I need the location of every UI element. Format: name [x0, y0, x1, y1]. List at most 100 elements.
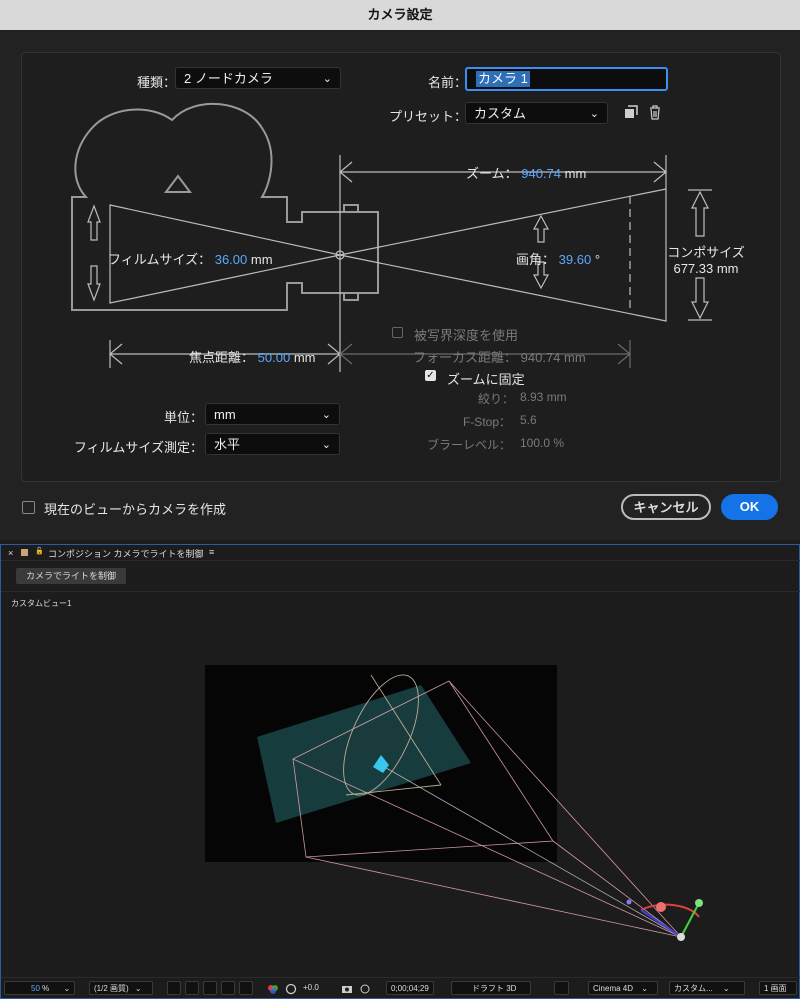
units-select[interactable]: mm ⌄: [205, 403, 340, 425]
resolution-value: (1/2 画質): [94, 984, 129, 993]
dof-label: 被写界深度を使用: [414, 328, 519, 343]
zoom-percent: 50: [31, 984, 40, 993]
resolution-select[interactable]: (1/2 画質) ⌄: [89, 981, 153, 995]
draft-3d-label: ドラフト 3D: [472, 984, 517, 993]
aperture-label: 絞り：: [478, 392, 515, 406]
preset-label: プリセット：: [389, 109, 468, 124]
view-frustum: [339, 188, 667, 322]
breadcrumb-comp[interactable]: カメラでライトを制御: [16, 568, 126, 584]
fast-preview-icon[interactable]: [167, 981, 181, 995]
camera-triangle: [164, 174, 192, 193]
film-size-value[interactable]: 36.00: [215, 252, 248, 267]
zoom-unit-text: %: [42, 984, 50, 993]
type-value: 2 ノードカメラ: [184, 71, 273, 86]
angle-value[interactable]: 39.60: [559, 252, 592, 267]
mask-visibility-icon[interactable]: [203, 981, 217, 995]
chevron-down-icon: ⌄: [589, 108, 599, 120]
type-select[interactable]: 2 ノードカメラ ⌄: [175, 67, 341, 89]
focus-distance-readout: フォーカス距離： 940.74 mm: [413, 347, 586, 366]
region-of-interest-icon[interactable]: [221, 981, 235, 995]
comp-size-value: 677.33 mm: [673, 261, 739, 276]
preset-select[interactable]: カスタム ⌄: [465, 102, 608, 124]
flowchart-icon[interactable]: [554, 981, 569, 995]
chevron-down-icon: ⌄: [322, 73, 332, 85]
close-tab-icon[interactable]: ×: [8, 548, 13, 558]
chevron-down-icon: ⌄: [321, 409, 331, 421]
create-from-view-checkbox[interactable]: [22, 501, 35, 514]
lock-icon[interactable]: 🔓: [35, 547, 44, 555]
preset-value: カスタム: [474, 106, 527, 121]
camera-gizmo: [626, 899, 703, 941]
trash-icon[interactable]: [648, 105, 662, 120]
name-label: 名前：: [428, 75, 468, 90]
name-value: カメラ 1: [476, 71, 530, 87]
measure-select[interactable]: 水平 ⌄: [205, 433, 340, 455]
comp-tab-title[interactable]: コンポジション カメラでライトを制御: [48, 547, 204, 560]
name-field[interactable]: カメラ 1: [465, 67, 668, 91]
camera-snapshot-icon[interactable]: [341, 984, 353, 994]
composition-panel: × 🔓 コンポジション カメラでライトを制御 ≡ カメラでライトを制御 カスタム…: [0, 544, 800, 999]
film-arrow-down: [87, 265, 101, 302]
comp-color-swatch: [21, 549, 28, 556]
renderer-value: Cinema 4D: [593, 984, 634, 993]
renderer-select[interactable]: Cinema 4D ⌄: [588, 981, 658, 995]
exposure-reset-icon[interactable]: [285, 983, 297, 995]
chevron-down-icon: ⌄: [134, 984, 142, 993]
grid-guides-icon[interactable]: [239, 981, 253, 995]
measure-value: 水平: [214, 437, 241, 452]
angle-arrow-up: [532, 214, 550, 243]
zoom-value[interactable]: 940.74: [521, 166, 561, 181]
draft-3d-toggle[interactable]: ドラフト 3D: [451, 981, 531, 995]
lock-zoom-checkbox[interactable]: ✓: [425, 370, 436, 381]
chevron-down-icon: ⌄: [722, 984, 730, 993]
comp-arrow-up: [691, 190, 709, 237]
film-size-label: フィルムサイズ：: [108, 252, 212, 267]
zoom-label: ズーム：: [466, 166, 518, 181]
film-size-unit: mm: [250, 252, 273, 267]
angle-unit: °: [594, 252, 601, 267]
camera-settings-dialog: カメラ設定 種類： 2 ノードカメラ ⌄ 名前： カメラ 1 プリセット： カス…: [0, 0, 800, 540]
timecode[interactable]: 0;00;04;29: [386, 981, 434, 995]
color-channel-icon[interactable]: [267, 983, 279, 995]
focal-unit: mm: [293, 350, 316, 365]
dof-checkbox[interactable]: [392, 327, 403, 338]
blur-label: ブラーレベル：: [426, 438, 511, 452]
angle-readout: 画角： 39.60 °: [516, 249, 600, 268]
comp-size-label: コンポサイズ: [667, 245, 745, 260]
view-select[interactable]: カスタム... ⌄: [669, 981, 745, 995]
panel-menu-icon[interactable]: ≡: [209, 547, 214, 557]
aperture-value: 8.93 mm: [520, 390, 567, 404]
create-from-view-label: 現在のビューからカメラを作成: [44, 502, 227, 517]
comp-arrow-down: [691, 277, 709, 320]
units-value: mm: [214, 407, 236, 422]
chevron-down-icon: ⌄: [63, 984, 71, 993]
zoom-unit: mm: [564, 166, 587, 181]
exposure-value[interactable]: +0.0: [303, 983, 319, 992]
focal-readout: 焦点距離： 50.00 mm: [189, 347, 315, 366]
cancel-button[interactable]: キャンセル: [621, 494, 711, 520]
ok-button[interactable]: OK: [721, 494, 778, 520]
zoom-readout: ズーム： 940.74 mm: [466, 163, 586, 182]
chevron-down-icon: ⌄: [321, 439, 331, 451]
zoom-select[interactable]: 50 % ⌄: [4, 981, 75, 995]
angle-label: 画角：: [516, 252, 556, 267]
focal-value[interactable]: 50.00: [258, 350, 291, 365]
lock-zoom-label: ズームに固定: [447, 372, 525, 387]
focus-distance-value: 940.74 mm: [520, 350, 586, 365]
viewport[interactable]: [1, 605, 800, 977]
new-preset-icon[interactable]: [624, 105, 638, 119]
measure-label: フィルムサイズ測定：: [73, 440, 203, 455]
blur-value: 100.0 %: [520, 436, 565, 450]
film-arrow-up: [87, 204, 101, 241]
focus-distance-label: フォーカス距離：: [413, 350, 518, 365]
units-label: 単位：: [163, 410, 203, 425]
film-size-readout: フィルムサイズ： 36.00 mm: [108, 249, 273, 268]
view-select-value: カスタム...: [674, 984, 713, 993]
focal-label: 焦点距離：: [189, 350, 255, 365]
fstop-value: 5.6: [520, 413, 537, 427]
layout-select[interactable]: 1 画面: [759, 981, 797, 995]
transparency-grid-icon[interactable]: [185, 981, 199, 995]
chevron-down-icon: ⌄: [641, 984, 648, 993]
show-snapshot-icon[interactable]: [359, 983, 371, 995]
type-label: 種類：: [137, 75, 177, 90]
